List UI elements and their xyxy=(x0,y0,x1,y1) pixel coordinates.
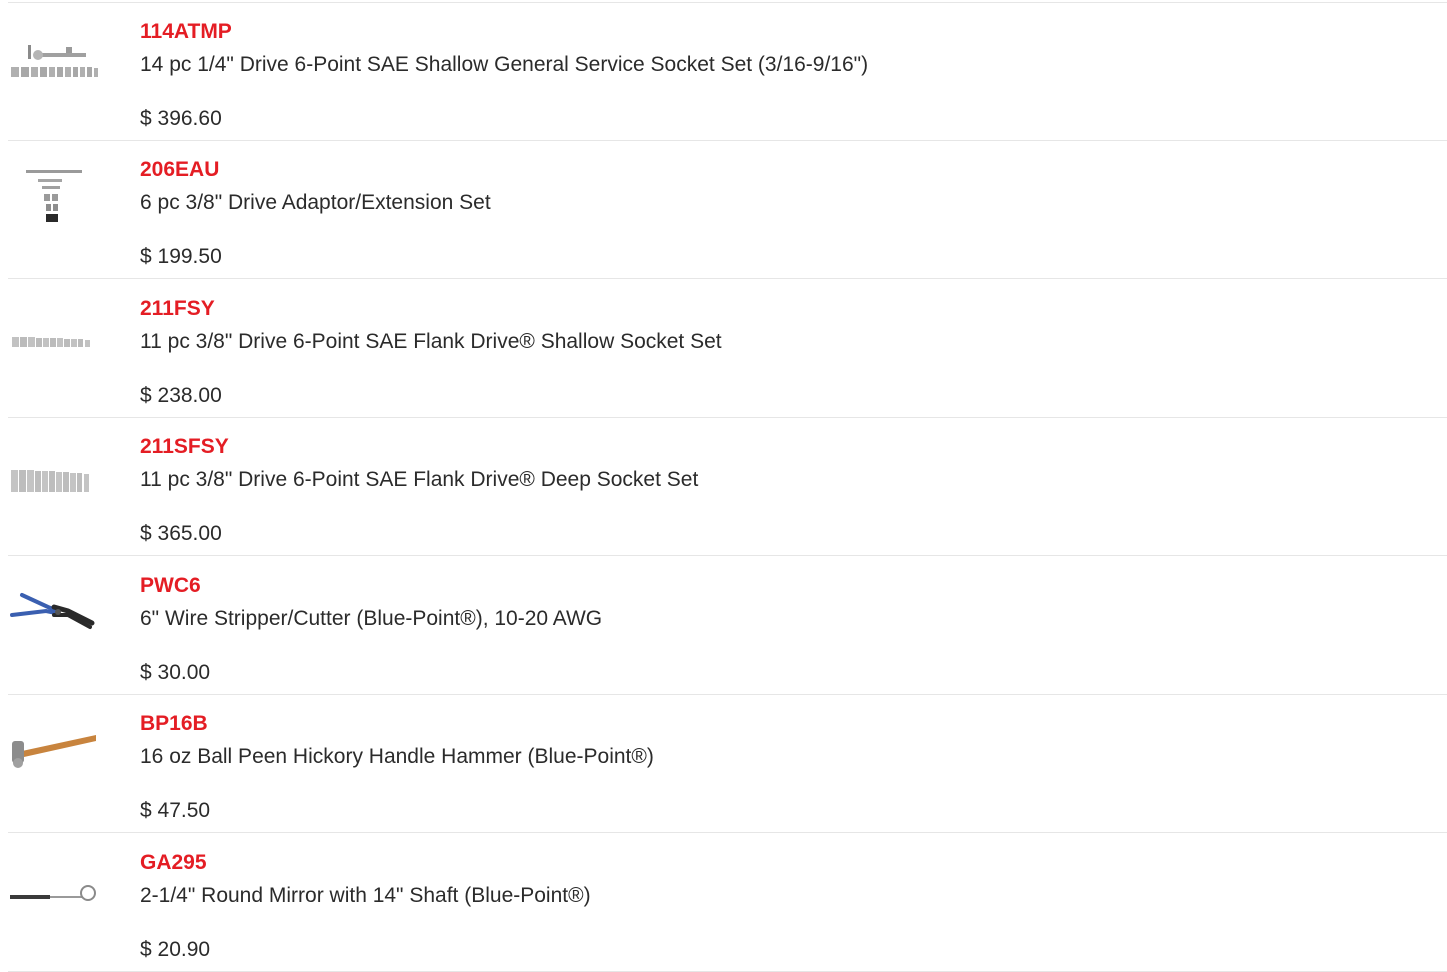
product-sku[interactable]: 211SFSY xyxy=(140,435,229,459)
product-price: $ 47.50 xyxy=(140,799,211,822)
product-row[interactable]: 114ATMP 14 pc 1/4" Drive 6-Point SAE Sha… xyxy=(8,3,1447,141)
product-description[interactable]: 16 oz Ball Peen Hickory Handle Hammer (B… xyxy=(140,744,654,770)
product-row[interactable]: 211FSY 11 pc 3/8" Drive 6-Point SAE Flan… xyxy=(8,280,1447,418)
shallow-socket-set-icon xyxy=(12,337,90,347)
product-price: $ 396.60 xyxy=(140,107,222,130)
product-description[interactable]: 6" Wire Stripper/Cutter (Blue-Point®), 1… xyxy=(140,606,602,632)
product-thumbnail[interactable] xyxy=(8,290,100,400)
product-price: $ 238.00 xyxy=(140,384,222,407)
product-price: $ 199.50 xyxy=(140,245,222,268)
product-row[interactable]: PWC6 6" Wire Stripper/Cutter (Blue-Point… xyxy=(8,557,1447,695)
product-sku[interactable]: BP16B xyxy=(140,712,208,736)
product-row[interactable]: 211SFSY 11 pc 3/8" Drive 6-Point SAE Fla… xyxy=(8,418,1447,556)
product-sku[interactable]: 114ATMP xyxy=(140,20,232,44)
product-price: $ 30.00 xyxy=(140,661,211,684)
product-row[interactable]: GA295 2-1/4" Round Mirror with 14" Shaft… xyxy=(8,834,1447,972)
ball-peen-hammer-icon xyxy=(12,735,96,768)
product-description[interactable]: 11 pc 3/8" Drive 6-Point SAE Flank Drive… xyxy=(140,467,698,493)
product-thumbnail[interactable] xyxy=(8,151,100,261)
product-list: 114ATMP 14 pc 1/4" Drive 6-Point SAE Sha… xyxy=(0,0,1447,972)
product-description[interactable]: 6 pc 3/8" Drive Adaptor/Extension Set xyxy=(140,190,491,216)
wire-stripper-icon xyxy=(10,593,95,629)
product-row[interactable]: BP16B 16 oz Ball Peen Hickory Handle Ham… xyxy=(8,695,1447,833)
product-thumbnail[interactable] xyxy=(8,13,100,123)
product-sku[interactable]: PWC6 xyxy=(140,574,201,598)
product-price: $ 20.90 xyxy=(140,938,211,961)
product-thumbnail[interactable] xyxy=(8,567,100,677)
product-sku[interactable]: 211FSY xyxy=(140,297,215,321)
product-thumbnail[interactable] xyxy=(8,844,100,954)
product-description[interactable]: 2-1/4" Round Mirror with 14" Shaft (Blue… xyxy=(140,883,591,909)
product-row[interactable]: 206EAU 6 pc 3/8" Drive Adaptor/Extension… xyxy=(8,141,1447,279)
inspection-mirror-icon xyxy=(10,885,96,901)
product-sku[interactable]: 206EAU xyxy=(140,158,219,182)
product-sku[interactable]: GA295 xyxy=(140,851,207,875)
product-thumbnail[interactable] xyxy=(8,428,100,538)
product-thumbnail[interactable] xyxy=(8,705,100,815)
adaptor-extension-icon xyxy=(26,170,82,222)
deep-socket-set-icon xyxy=(11,470,89,492)
product-description[interactable]: 11 pc 3/8" Drive 6-Point SAE Flank Drive… xyxy=(140,329,722,355)
product-price: $ 365.00 xyxy=(140,522,222,545)
socket-set-icon xyxy=(11,45,98,77)
product-description[interactable]: 14 pc 1/4" Drive 6-Point SAE Shallow Gen… xyxy=(140,52,868,78)
